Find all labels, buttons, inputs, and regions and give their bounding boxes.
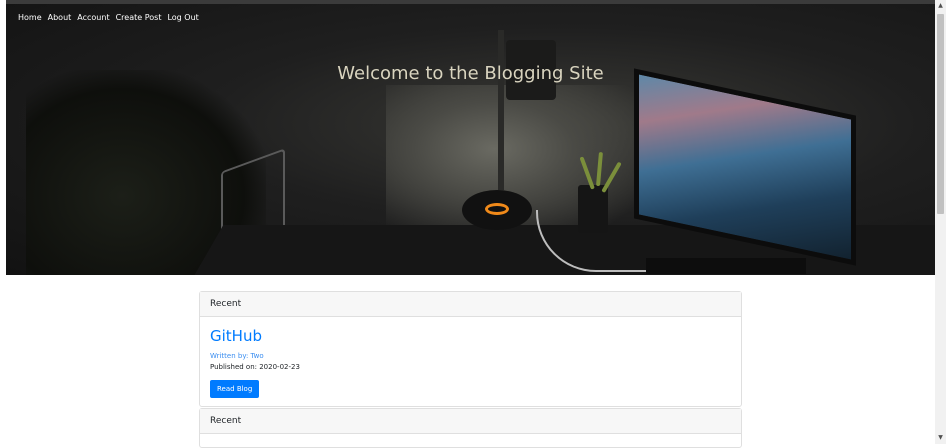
hero-banner: Home About Account Create Post Log Out W… [6,0,935,275]
monitor-stand [646,258,806,274]
read-blog-button[interactable]: Read Blog [210,380,260,398]
nav-create-post[interactable]: Create Post [116,13,162,23]
lamp-post [498,30,504,190]
post-author: Written by: Two [210,352,264,360]
card-header: Recent [200,409,741,434]
post-card: Recent GitHub Written by: Two Published … [199,291,742,407]
scroll-thumb[interactable] [937,14,944,214]
chevron-up-icon[interactable]: ▲ [935,0,946,12]
nav-log-out[interactable]: Log Out [167,13,198,23]
post-card: Recent [199,408,742,448]
lamp-logo-icon [485,203,509,215]
card-body: GitHub Written by: Two Published on: 202… [200,317,741,398]
chevron-down-icon[interactable]: ▼ [935,432,946,444]
nav-account[interactable]: Account [77,13,109,23]
card-header: Recent [200,292,741,317]
post-title-link[interactable]: GitHub [210,327,731,345]
top-nav: Home About Account Create Post Log Out [18,13,199,23]
top-border [6,0,935,4]
post-date: Published on: 2020-02-23 [210,363,300,371]
page-scrollbar[interactable]: ▲ ▼ [935,0,946,444]
nav-home[interactable]: Home [18,13,42,23]
nav-about[interactable]: About [48,13,72,23]
hero-title: Welcome to the Blogging Site [337,63,604,84]
